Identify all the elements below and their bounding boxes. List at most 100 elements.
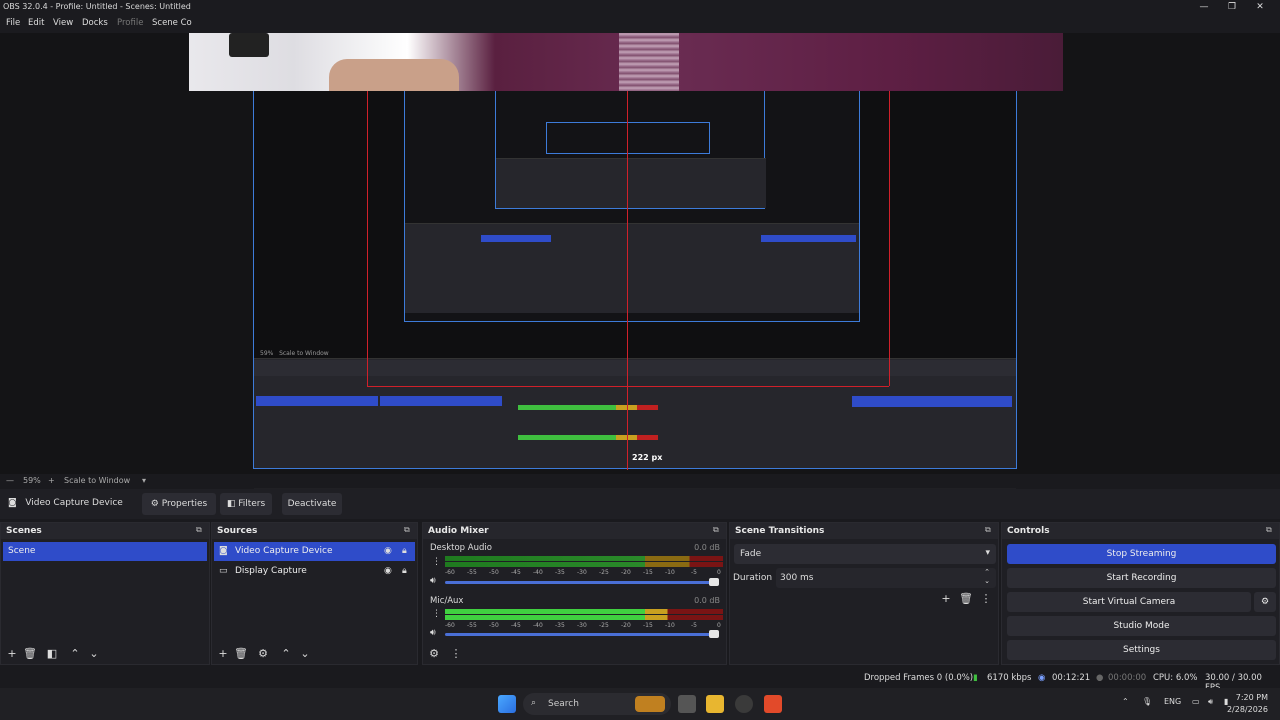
file-explorer-icon[interactable] [706, 695, 724, 713]
taskbar-search[interactable]: ⌕ Search [523, 693, 671, 715]
menu-edit[interactable]: Edit [28, 18, 44, 28]
advanced-audio-icon[interactable]: ⚙ [427, 647, 441, 661]
desktop-audio-label: Desktop Audio [430, 543, 492, 553]
transition-select[interactable]: Fade ▾ [734, 544, 996, 564]
dock-float-icon[interactable]: ⧉ [404, 525, 414, 535]
stop-streaming-button[interactable]: Stop Streaming [1007, 544, 1276, 564]
nested-preview-3 [546, 122, 710, 154]
speaker-icon[interactable]: 🔊︎ [430, 576, 436, 586]
close-button[interactable]: ✕ [1253, 1, 1267, 13]
clock-time[interactable]: 7:20 PM [1230, 693, 1268, 702]
audio-mixer-dock: Audio Mixer ⧉ Desktop Audio 0.0 dB ⋮ -60… [422, 522, 727, 665]
dock-float-icon[interactable]: ⧉ [985, 525, 995, 535]
move-down-icon[interactable]: ⌄ [298, 647, 312, 661]
dock-float-icon[interactable]: ⧉ [1266, 525, 1276, 535]
speaker-icon[interactable]: 🔊︎ [430, 628, 436, 638]
add-transition-icon[interactable]: + [939, 592, 953, 606]
virtual-camera-settings-icon[interactable]: ⚙ [1254, 592, 1276, 612]
preview-area[interactable]: 59% Scale to Window 222 px [0, 33, 1280, 498]
desktop-audio-volume-slider[interactable] [445, 581, 713, 584]
start-recording-button[interactable]: Start Recording [1007, 568, 1276, 588]
visibility-eye-icon[interactable]: ◉ [384, 562, 392, 581]
lock-icon[interactable]: 🔒︎ [402, 562, 407, 581]
webcam-hand [329, 59, 459, 91]
mic-aux-volume-knob[interactable] [709, 630, 719, 638]
search-icon: ⌕ [531, 698, 537, 708]
language[interactable]: ENG [1164, 697, 1181, 706]
volume-icon[interactable]: 🔊︎ [1208, 697, 1213, 707]
source-item-display-capture[interactable]: ▭ Display Capture ◉ 🔒︎ [214, 562, 415, 581]
menu-profile[interactable]: Profile [117, 18, 143, 28]
nested-stop-streaming [761, 235, 856, 242]
desktop-audio-meter-r [445, 562, 723, 567]
preview-canvas[interactable]: 59% Scale to Window 222 px [253, 59, 1017, 498]
visibility-eye-icon[interactable]: ◉ [384, 542, 392, 561]
transform-guide-left [367, 60, 368, 386]
settings-button[interactable]: Settings [1007, 640, 1276, 660]
zoom-out-button[interactable]: — [6, 476, 14, 485]
windows-start-icon[interactable] [498, 695, 516, 713]
nested-preview-1 [404, 60, 860, 322]
scale-mode[interactable]: Scale to Window [64, 476, 130, 485]
minimize-button[interactable]: — [1197, 1, 1211, 13]
mic-aux-menu-icon[interactable]: ⋮ [432, 609, 441, 619]
zoom-in-button[interactable]: + [48, 476, 55, 485]
move-up-icon[interactable]: ⌃ [68, 647, 82, 661]
sources-header: Sources ⧉ [212, 523, 417, 539]
brave-icon[interactable] [764, 695, 782, 713]
obs-icon[interactable] [735, 695, 753, 713]
source-properties-icon[interactable]: ⚙ [256, 647, 270, 661]
remove-scene-icon[interactable]: 🗑 [23, 647, 37, 661]
mixer-menu-icon[interactable]: ⋮ [449, 647, 463, 661]
source-item-video-capture[interactable]: ◙ Video Capture Device ◉ 🔒︎ [214, 542, 415, 561]
scenes-header: Scenes ⧉ [1, 523, 209, 539]
menu-view[interactable]: View [53, 18, 73, 28]
add-source-icon[interactable]: + [216, 647, 230, 661]
menu-bar: File Edit View Docks Profile Scene Co [0, 15, 1280, 33]
desktop-audio-menu-icon[interactable]: ⋮ [432, 557, 441, 567]
microphone-icon[interactable]: 🎙︎ [1142, 697, 1152, 706]
camera-icon: ◙ [8, 498, 17, 508]
move-down-icon[interactable]: ⌄ [87, 647, 101, 661]
move-up-icon[interactable]: ⌃ [279, 647, 293, 661]
gear-icon: ⚙ [150, 499, 159, 509]
desktop-audio-volume-knob[interactable] [709, 578, 719, 586]
studio-mode-button[interactable]: Studio Mode [1007, 616, 1276, 636]
add-scene-icon[interactable]: + [5, 647, 19, 661]
task-view-icon[interactable] [678, 695, 696, 713]
nested-meter-desktop [518, 405, 658, 410]
remove-source-icon[interactable]: 🗑 [234, 647, 248, 661]
transition-menu-icon[interactable]: ⋮ [979, 592, 993, 606]
start-virtual-camera-button[interactable]: Start Virtual Camera [1007, 592, 1251, 612]
deactivate-button[interactable]: Deactivate [282, 493, 342, 515]
chevron-down-icon: ▾ [985, 548, 990, 558]
menu-docks[interactable]: Docks [82, 18, 108, 28]
dock-float-icon[interactable]: ⧉ [196, 525, 206, 535]
lock-icon[interactable]: 🔒︎ [402, 542, 407, 561]
menu-scene-collection[interactable]: Scene Co [152, 18, 192, 28]
taskbar: ⌕ Search ⌃ 🎙︎ ENG ▭ 🔊︎ ▮ 7:20 PM 2/28/20… [0, 688, 1280, 720]
tray-chevron-icon[interactable]: ⌃ [1122, 697, 1129, 706]
duration-input[interactable]: 300 ms ⌃ ⌄ [776, 568, 996, 588]
filters-button[interactable]: ◧ Filters [220, 493, 272, 515]
window-title: OBS 32.0.4 - Profile: Untitled - Scenes:… [3, 2, 191, 11]
network-icon[interactable]: ▭ [1192, 697, 1200, 706]
mic-aux-volume-slider[interactable] [445, 633, 713, 636]
record-time: 00:00:00 [1108, 673, 1147, 683]
zoom-bar: — 59% + Scale to Window ▾ [0, 474, 1280, 488]
stepper-up-icon[interactable]: ⌃ [984, 568, 990, 576]
scene-item[interactable]: Scene [3, 542, 207, 561]
remove-transition-icon[interactable]: 🗑 [959, 592, 973, 606]
nested-stop-streaming-main [852, 396, 1012, 407]
menu-file[interactable]: File [6, 18, 20, 28]
scale-dropdown-icon[interactable]: ▾ [142, 476, 146, 485]
desktop-audio-meter [445, 556, 723, 561]
scene-transitions-dock: Scene Transitions ⧉ Fade ▾ Duration 300 … [729, 522, 999, 665]
stepper-down-icon[interactable]: ⌄ [984, 577, 990, 585]
properties-button[interactable]: ⚙ Properties [142, 493, 216, 515]
controls-header: Controls ⧉ [1002, 523, 1279, 539]
maximize-button[interactable]: ❐ [1225, 1, 1239, 13]
clock-date[interactable]: 2/28/2026 [1222, 705, 1268, 714]
scene-filters-icon[interactable]: ◧ [45, 647, 59, 661]
dock-float-icon[interactable]: ⧉ [713, 525, 723, 535]
